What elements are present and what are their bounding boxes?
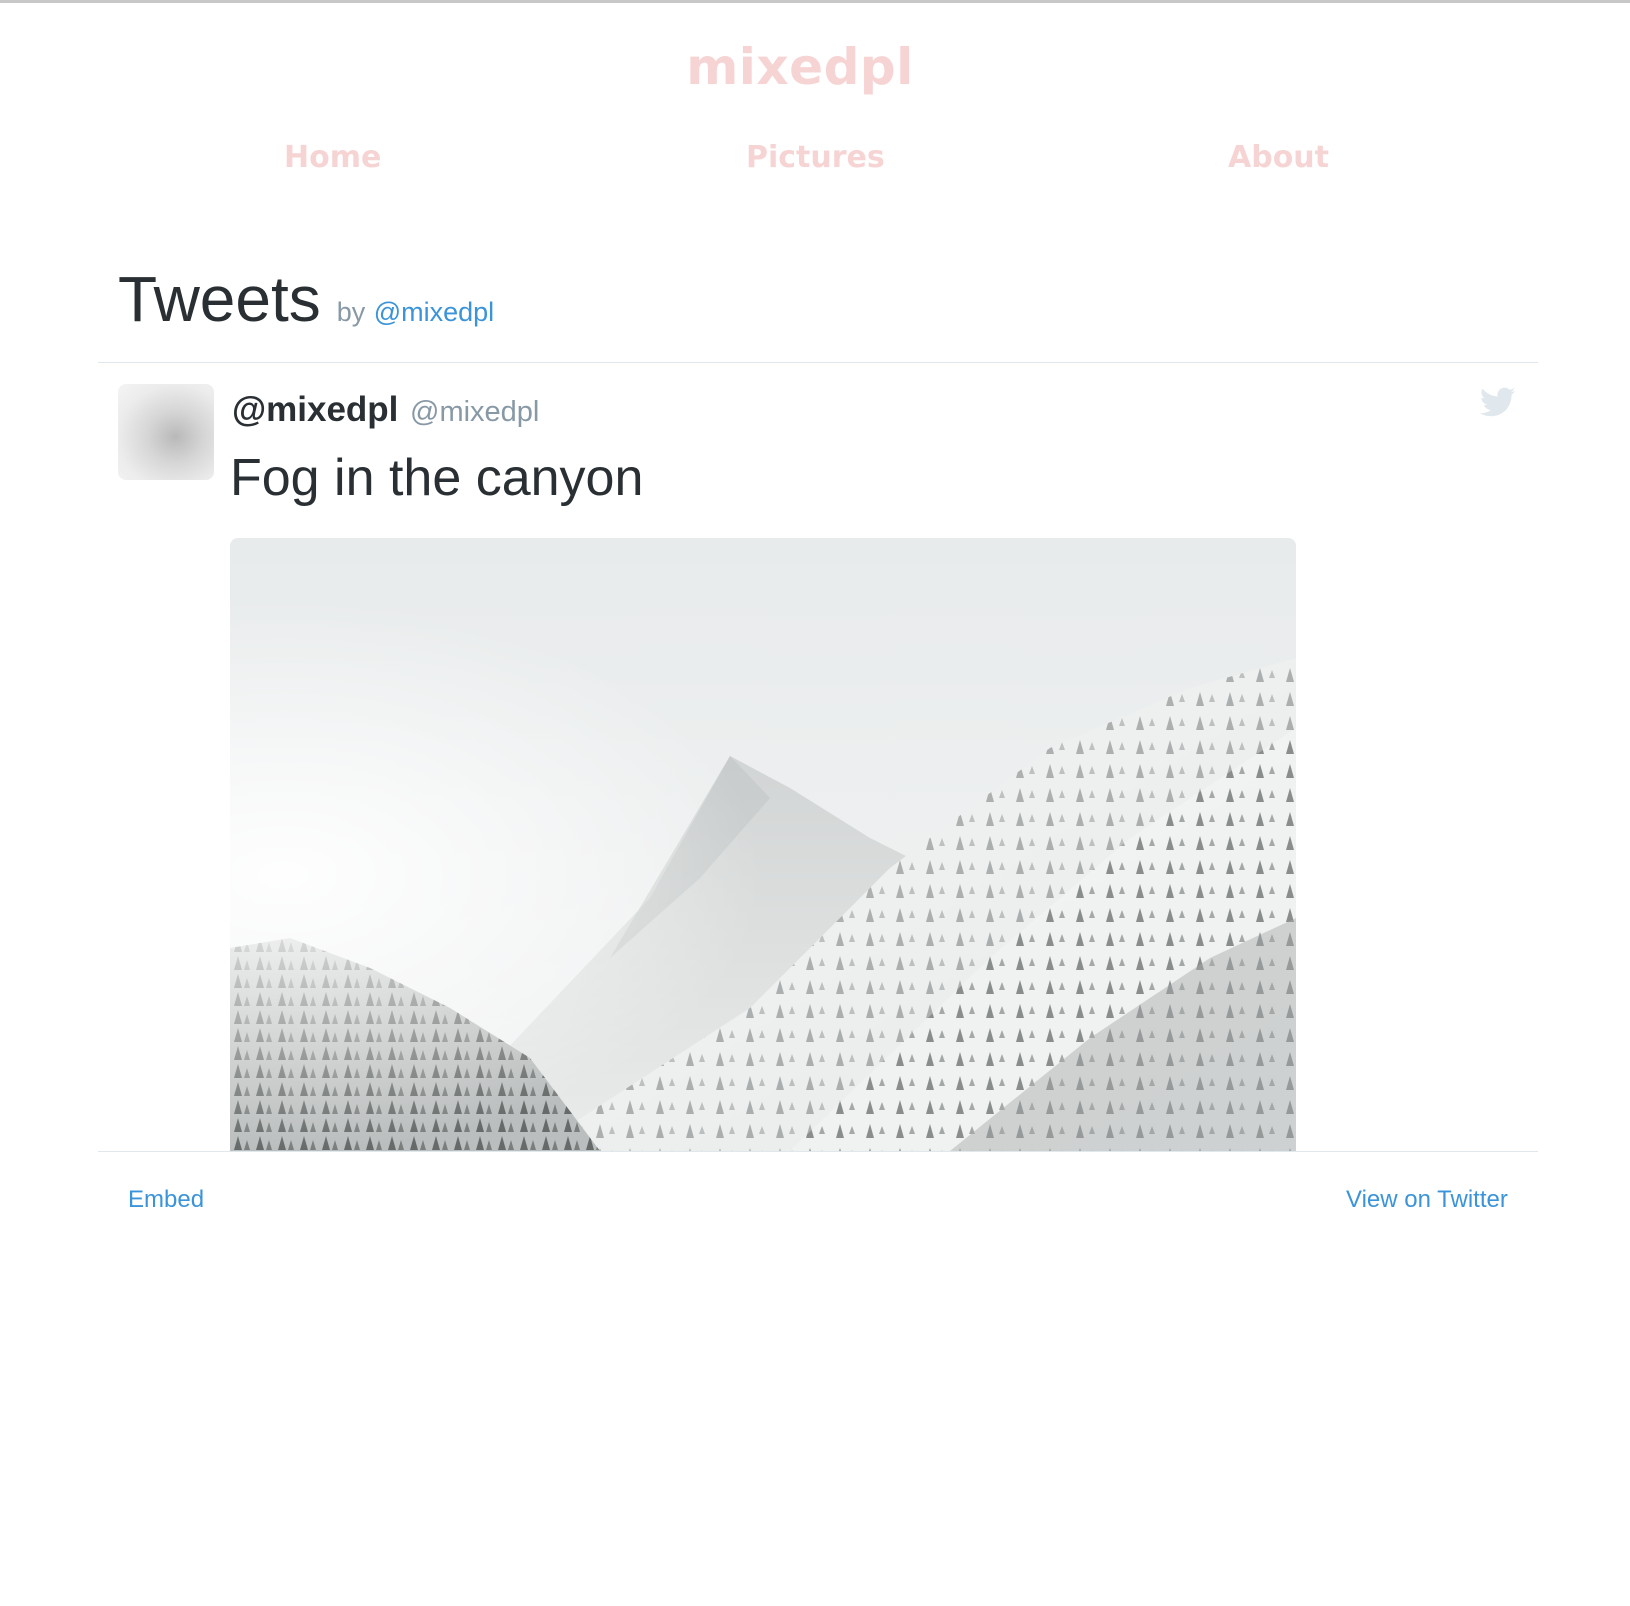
top-border: [0, 0, 1630, 3]
timeline-title: Tweets: [118, 263, 321, 335]
tweet-display-name[interactable]: @mixedpl: [232, 390, 398, 430]
header-divider: [98, 362, 1538, 363]
bird-icon[interactable]: [1479, 384, 1516, 420]
timeline-header: Tweets by @mixedpl: [118, 262, 494, 336]
nav-item-about[interactable]: About: [1228, 140, 1329, 175]
view-on-twitter-link[interactable]: View on Twitter: [1346, 1186, 1508, 1214]
timeline-handle-link[interactable]: @mixedpl: [374, 297, 494, 327]
nav-item-home[interactable]: Home: [284, 140, 381, 175]
tweet-text: Fog in the canyon: [230, 449, 644, 507]
footer-divider: [98, 1151, 1538, 1152]
nav-item-pictures[interactable]: Pictures: [746, 140, 885, 175]
embed-link[interactable]: Embed: [128, 1186, 204, 1214]
timeline-by-label: by: [336, 297, 366, 327]
tweet-photo[interactable]: [230, 538, 1296, 1151]
avatar[interactable]: [118, 384, 214, 480]
site-title[interactable]: mixedpl: [0, 38, 1600, 96]
tweet-screen-name[interactable]: @mixedpl: [410, 396, 539, 429]
